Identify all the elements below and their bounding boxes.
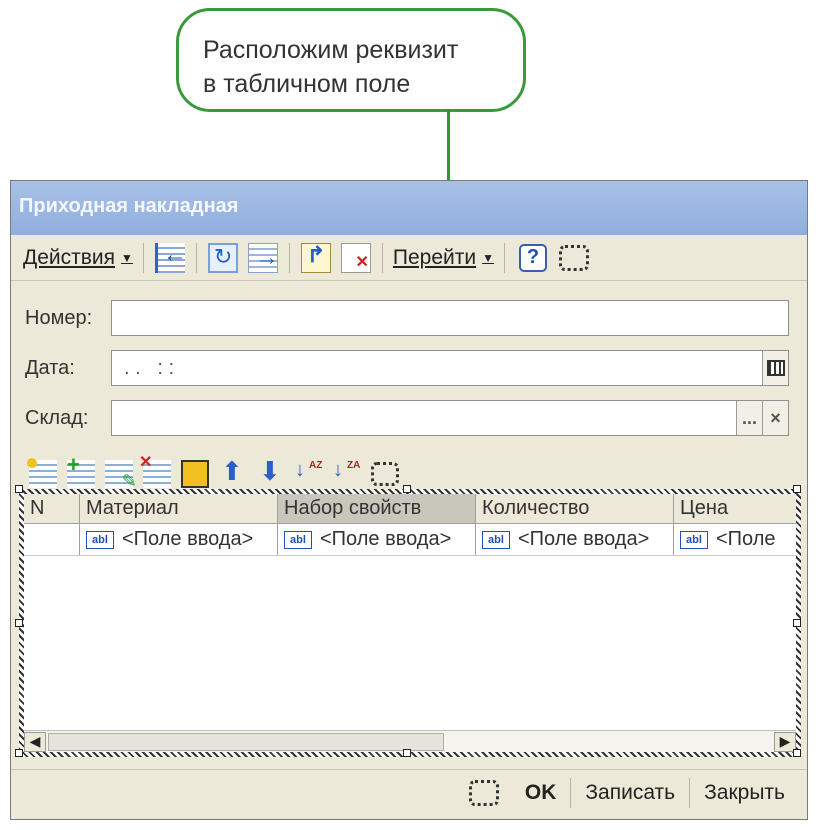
- input-field-icon: abl: [482, 530, 510, 549]
- cell-text: <Поле ввода>: [122, 528, 254, 550]
- actions-label: Действия: [23, 245, 116, 269]
- cell-text: <Поле: [716, 528, 776, 550]
- column-header-properties[interactable]: Набор свойств: [278, 494, 476, 523]
- table-cell[interactable]: abl <Поле: [674, 524, 796, 555]
- cell-text: <Поле ввода>: [518, 528, 650, 550]
- table-field[interactable]: N Материал Набор свойств Количество Цена…: [19, 489, 801, 757]
- save-icon[interactable]: [181, 460, 209, 488]
- frame-icon[interactable]: [371, 462, 399, 486]
- ok-button[interactable]: OK: [511, 781, 571, 805]
- chevron-down-icon: ▼: [121, 250, 133, 265]
- column-header-n[interactable]: N: [24, 494, 80, 523]
- resize-handle[interactable]: [793, 749, 801, 757]
- date-field[interactable]: . . : :: [111, 350, 789, 386]
- number-row: Номер:: [25, 299, 789, 337]
- post-doc-icon[interactable]: [300, 242, 331, 273]
- date-label: Дата:: [25, 356, 75, 379]
- toolbar-divider: [381, 242, 383, 273]
- warehouse-row: Склад: ... ×: [25, 399, 789, 437]
- input-field-icon: abl: [86, 530, 114, 549]
- bottom-bar: OK Записать Закрыть: [11, 769, 807, 815]
- toolbar-divider: [195, 242, 197, 273]
- date-row: Дата: . . : :: [25, 349, 789, 387]
- scrollbar-thumb[interactable]: [48, 732, 444, 751]
- column-header-material[interactable]: Материал: [80, 494, 278, 523]
- actions-menu-button[interactable]: Действия ▼: [19, 246, 137, 270]
- save-button[interactable]: Записать: [571, 781, 689, 805]
- goto-label: Перейти: [392, 245, 477, 269]
- refresh-icon[interactable]: [207, 242, 238, 273]
- callout-line-1: Расположим реквизит: [203, 36, 459, 64]
- edit-icon[interactable]: [105, 460, 137, 492]
- scroll-left-icon[interactable]: ◀: [24, 731, 46, 752]
- table-cell[interactable]: abl <Поле ввода>: [278, 524, 476, 555]
- move-up-icon[interactable]: [219, 456, 247, 488]
- close-button[interactable]: Закрыть: [690, 781, 799, 805]
- table-header: N Материал Набор свойств Количество Цена: [24, 494, 796, 524]
- chevron-down-icon: ▼: [482, 250, 495, 265]
- table-cell[interactable]: abl <Поле ввода>: [476, 524, 674, 555]
- window-title: Приходная накладная: [11, 181, 807, 235]
- input-field-icon: abl: [284, 530, 312, 549]
- main-toolbar: Действия ▼ Перейти ▼ ?: [11, 235, 807, 281]
- frame-icon[interactable]: [468, 779, 499, 806]
- warehouse-field[interactable]: ... ×: [111, 400, 789, 436]
- input-field-icon: abl: [680, 530, 708, 549]
- delete-doc-icon[interactable]: [340, 242, 371, 273]
- callout-bubble: Расположим реквизит в табличном поле: [176, 8, 526, 112]
- table-row[interactable]: abl <Поле ввода> abl <Поле ввода> abl <П…: [24, 524, 796, 556]
- delete-icon[interactable]: [139, 452, 171, 488]
- resize-handle[interactable]: [793, 619, 801, 627]
- resize-handle[interactable]: [403, 749, 411, 757]
- calendar-button[interactable]: [762, 351, 788, 385]
- goto-menu-button[interactable]: Перейти ▼: [389, 246, 498, 270]
- warehouse-clear-button[interactable]: ×: [762, 401, 788, 435]
- toolbar-divider: [288, 242, 290, 273]
- warehouse-label: Склад:: [25, 406, 89, 429]
- document-window: Приходная накладная Действия ▼ Перейти ▼…: [10, 180, 808, 820]
- move-down-icon[interactable]: [257, 456, 285, 488]
- frame-icon[interactable]: [559, 244, 590, 271]
- number-field[interactable]: [111, 300, 789, 336]
- add-icon[interactable]: [27, 458, 57, 488]
- toolbar-divider: [504, 242, 506, 273]
- warehouse-select-button[interactable]: ...: [736, 401, 762, 435]
- list-back-icon[interactable]: [154, 241, 187, 273]
- date-value: . . : :: [124, 356, 175, 379]
- toolbar-divider: [142, 242, 144, 273]
- resize-handle[interactable]: [793, 485, 801, 493]
- add-row-icon[interactable]: [67, 452, 95, 488]
- table-toolbar: AZ ZA: [27, 452, 409, 492]
- sort-desc-icon[interactable]: ZA: [333, 460, 361, 488]
- callout-line-2: в табличном поле: [203, 70, 411, 98]
- table-cell[interactable]: abl <Поле ввода>: [80, 524, 278, 555]
- resize-handle[interactable]: [15, 619, 23, 627]
- cell-text: <Поле ввода>: [320, 528, 452, 550]
- help-icon[interactable]: ?: [519, 243, 548, 272]
- number-label: Номер:: [25, 306, 93, 329]
- sort-asc-icon[interactable]: AZ: [295, 460, 323, 488]
- resize-handle[interactable]: [15, 749, 23, 757]
- table-cell[interactable]: [24, 524, 80, 555]
- calendar-icon: [766, 360, 785, 376]
- goto-icon[interactable]: [247, 242, 279, 273]
- column-header-price[interactable]: Цена: [674, 494, 796, 523]
- resize-handle[interactable]: [403, 485, 411, 493]
- column-header-quantity[interactable]: Количество: [476, 494, 674, 523]
- resize-handle[interactable]: [15, 485, 23, 493]
